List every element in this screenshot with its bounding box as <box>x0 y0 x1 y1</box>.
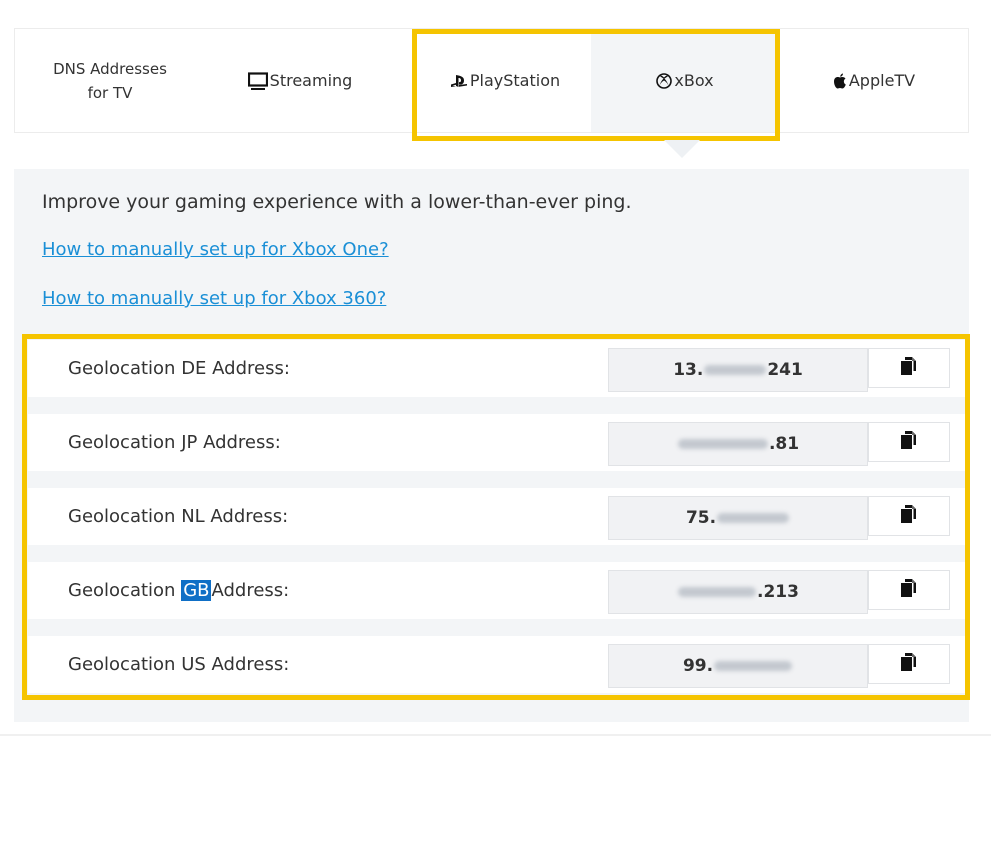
label-country-code: DE <box>181 358 207 379</box>
address-row-jp: Geolocation JP Address: .81 <box>28 414 968 471</box>
copy-button[interactable] <box>868 570 950 610</box>
label-prefix: Geolocation <box>68 432 182 453</box>
tab-playstation[interactable]: PlayStation <box>419 29 591 132</box>
tab-dns-label-line2: for TV <box>87 83 133 102</box>
monitor-icon <box>247 71 268 90</box>
xbox-dns-panel: Improve your gaming experience with a lo… <box>14 169 969 722</box>
copy-button[interactable] <box>868 348 950 388</box>
address-field[interactable]: 75. <box>608 496 868 540</box>
xbox-360-setup-link[interactable]: How to manually set up for Xbox 360? <box>42 288 386 309</box>
label-prefix: Geolocation <box>68 580 182 601</box>
label-country-code: JP <box>181 432 198 453</box>
tab-appletv[interactable]: AppleTV <box>779 29 969 132</box>
address-label: Geolocation US Address: <box>68 636 289 693</box>
label-prefix: Geolocation <box>68 358 182 379</box>
tab-playstation-label: PlayStation <box>469 70 561 90</box>
label-prefix: Geolocation <box>68 654 182 675</box>
address-row-nl: Geolocation NL Address: 75. <box>28 488 968 545</box>
address-visible-start: 75. <box>685 508 717 528</box>
address-field[interactable]: .81 <box>608 422 868 466</box>
label-country-code: US <box>181 654 206 675</box>
xbox-logo-icon <box>656 72 673 89</box>
address-redacted <box>704 365 767 375</box>
address-field[interactable]: .213 <box>608 570 868 614</box>
address-label: Geolocation DE Address: <box>68 340 290 397</box>
label-prefix: Geolocation <box>68 506 182 527</box>
address-redacted <box>678 587 757 597</box>
label-suffix: Address: <box>197 432 281 453</box>
copy-button[interactable] <box>868 422 950 462</box>
copy-icon <box>900 356 918 380</box>
address-label: Geolocation GB Address: <box>68 562 289 619</box>
copy-button[interactable] <box>868 644 950 684</box>
address-label: Geolocation JP Address: <box>68 414 281 471</box>
playstation-logo-icon <box>450 74 468 88</box>
tab-xbox-label: xBox <box>674 70 714 90</box>
panel-intro-text: Improve your gaming experience with a lo… <box>42 191 632 213</box>
address-visible-end: .213 <box>757 582 799 602</box>
copy-icon <box>900 578 918 602</box>
label-suffix: Address: <box>211 580 290 601</box>
label-suffix: Address: <box>206 358 290 379</box>
copy-icon <box>900 504 918 528</box>
address-row-de: Geolocation DE Address: 13. 241 <box>28 340 968 397</box>
label-suffix: Address: <box>204 506 289 527</box>
xbox-one-setup-link[interactable]: How to manually set up for Xbox One? <box>42 239 389 260</box>
address-field[interactable]: 13. 241 <box>608 348 868 392</box>
address-redacted <box>714 661 793 671</box>
address-visible-end: 241 <box>767 360 803 380</box>
address-redacted <box>717 513 790 523</box>
copy-button[interactable] <box>868 496 950 536</box>
tab-dns-label-line1: DNS Addresses <box>53 59 167 78</box>
address-visible-start: 99. <box>682 656 714 676</box>
tab-xbox[interactable]: xBox <box>591 29 779 132</box>
address-field[interactable]: 99. <box>608 644 868 688</box>
address-row-gb: Geolocation GB Address: .213 <box>28 562 968 619</box>
tab-appletv-label: AppleTV <box>848 70 916 90</box>
copy-icon <box>900 430 918 454</box>
label-country-code-selected: GB <box>181 580 212 601</box>
copy-icon <box>900 652 918 676</box>
dns-address-list: Geolocation DE Address: 13. 241 Geolocat… <box>28 338 975 859</box>
address-row-us: Geolocation US Address: 99. <box>28 636 968 693</box>
tab-streaming[interactable]: Streaming <box>215 29 385 132</box>
tab-streaming-label: Streaming <box>269 70 353 90</box>
apple-logo-icon <box>833 73 847 89</box>
address-label: Geolocation NL Address: <box>68 488 288 545</box>
label-suffix: Address: <box>205 654 290 675</box>
tab-dns-addresses-for-tv[interactable]: DNS Addresses for TV <box>15 29 205 132</box>
platform-tabs: DNS Addresses for TV Streaming PlayStati… <box>14 28 969 133</box>
label-country-code: NL <box>181 506 205 527</box>
address-visible-end: .81 <box>768 434 800 454</box>
address-redacted <box>677 439 768 449</box>
active-tab-pointer <box>664 140 700 158</box>
address-visible-start: 13. <box>673 360 704 380</box>
